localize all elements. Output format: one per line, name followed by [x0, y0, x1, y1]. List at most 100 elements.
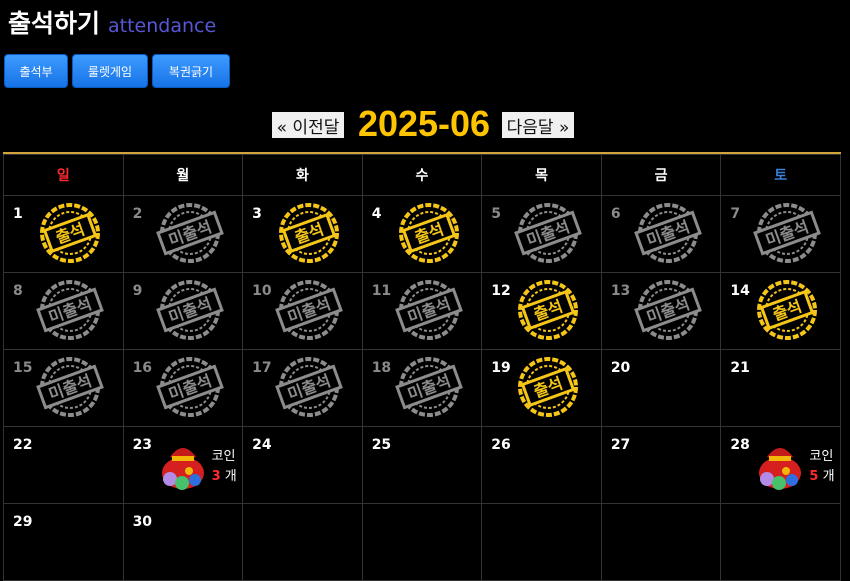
calendar-day-cell: 29 [3, 503, 124, 581]
day-number: 14 [730, 283, 750, 299]
page-title-text: 출석하기 [8, 9, 101, 38]
current-month: 2025-06 [357, 103, 491, 144]
page-subtitle: attendance [108, 15, 217, 37]
attended-stamp-icon: 출석 [747, 278, 827, 346]
weekday-mon: 월 [122, 154, 244, 196]
svg-text:출석: 출석 [531, 374, 565, 402]
calendar-day-cell: 미출석 8 [3, 272, 124, 350]
reward-count: 3 [211, 469, 221, 484]
reward-count: 5 [809, 469, 819, 484]
day-number: 13 [610, 283, 631, 299]
day-number: 26 [491, 437, 511, 453]
calendar-empty-cell [481, 503, 602, 581]
day-number: 21 [730, 360, 750, 376]
calendar-day-cell: 출석 1 [3, 195, 124, 273]
calendar-week-row: 미출석 15 미출석 16 미출석 17 미출석 18 출석 19 20 21 [3, 349, 841, 427]
calendar-empty-cell [361, 503, 483, 581]
day-number: 11 [371, 283, 392, 299]
day-number: 17 [252, 360, 272, 376]
reward-amount: 3 개 [212, 467, 237, 487]
day-number: 16 [132, 360, 153, 376]
calendar-week-row: 29 30 [3, 503, 841, 581]
svg-text:출석: 출석 [770, 297, 804, 325]
calendar-day-cell: 미출석 11 [361, 272, 483, 350]
calendar-day-cell: 미출석 17 [242, 349, 363, 427]
svg-text:출석: 출석 [292, 220, 326, 248]
missed-stamp-icon: 미출석 [30, 355, 110, 423]
calendar-week-row: 미출석 8 미출석 9 미출석 10 미출석 11 출석 12 미출석 13 출석 14 [3, 272, 841, 350]
calendar-day-cell: 미출석 10 [242, 272, 363, 350]
day-number: 12 [491, 283, 511, 299]
weekday-sat: 토 [720, 154, 841, 196]
day-number: 19 [491, 360, 511, 376]
calendar-empty-cell [600, 503, 722, 581]
missed-stamp-icon: 미출석 [150, 355, 230, 423]
calendar-day-cell: 미출석 5 [481, 195, 602, 273]
calendar-day-cell: 21 [720, 349, 841, 427]
weekday-wed: 수 [361, 154, 483, 196]
calendar-day-cell: 20 [600, 349, 722, 427]
prev-month-button[interactable]: « 이전달 [272, 112, 344, 138]
day-number: 22 [13, 437, 33, 453]
missed-stamp-icon: 미출석 [389, 355, 469, 423]
attended-stamp-icon: 출석 [389, 201, 469, 269]
attended-stamp-icon: 출석 [508, 355, 588, 423]
calendar-day-cell: 출석 3 [242, 195, 363, 273]
calendar-day-cell: 출석 4 [361, 195, 483, 273]
calendar-empty-cell [720, 503, 841, 581]
calendar-day-cell: 22 [3, 426, 124, 504]
svg-text:출석: 출석 [412, 220, 446, 248]
calendar-day-cell: 미출석 15 [3, 349, 124, 427]
missed-stamp-icon: 미출석 [269, 355, 349, 423]
attended-stamp-icon: 출석 [269, 201, 349, 269]
attended-stamp-icon: 출석 [30, 201, 110, 269]
tab-attendance[interactable]: 출석부 [4, 54, 68, 88]
next-month-button[interactable]: 다음달 » [502, 112, 574, 138]
tab-bar: 출석부 룰렛게임 복권긁기 [4, 54, 230, 88]
calendar-day-cell: 미출석 13 [600, 272, 722, 350]
calendar-day-cell: 25 [361, 426, 483, 504]
page-title: 출석하기 attendance [8, 4, 216, 40]
coin-bag-icon [154, 435, 212, 497]
missed-stamp-icon: 미출석 [747, 201, 827, 269]
day-number: 28 [730, 437, 750, 453]
day-number: 25 [371, 437, 392, 453]
day-number: 23 [132, 437, 153, 453]
reward-amount: 5 개 [809, 467, 834, 487]
day-number: 4 [371, 206, 382, 222]
calendar-day-cell: 미출석 18 [361, 349, 483, 427]
svg-text:출석: 출석 [53, 220, 87, 248]
calendar-day-cell: 미출석 9 [122, 272, 244, 350]
coin-bag-icon [751, 435, 809, 497]
reward-text: 코인 5 개 [809, 447, 834, 487]
svg-text:출석: 출석 [531, 297, 565, 325]
day-number: 7 [730, 206, 741, 222]
day-number: 15 [13, 360, 33, 376]
calendar-day-cell: 26 [481, 426, 602, 504]
day-number: 5 [491, 206, 501, 222]
calendar-day-cell: 미출석 7 [720, 195, 841, 273]
missed-stamp-icon: 미출석 [628, 278, 708, 346]
day-number: 10 [252, 283, 272, 299]
calendar-week-row: 22 코인 3 개 23 24 25 26 27 코인 5 개 28 [3, 426, 841, 504]
weekday-sun: 일 [3, 154, 124, 196]
day-number: 2 [132, 206, 143, 222]
calendar-day-cell: 미출석 2 [122, 195, 244, 273]
tab-lottery[interactable]: 복권긁기 [152, 54, 230, 88]
weekday-thu: 목 [481, 154, 602, 196]
day-number: 9 [132, 283, 143, 299]
day-number: 6 [610, 206, 621, 222]
tab-roulette[interactable]: 룰렛게임 [72, 54, 148, 88]
attendance-calendar: 일 월 화 수 목 금 토 출석 1 미출석 2 출석 3 출석 4 미출석 5 미출석 6 미출석 7 미… [3, 152, 841, 581]
missed-stamp-icon: 미출석 [150, 278, 230, 346]
day-number: 3 [252, 206, 262, 222]
missed-stamp-icon: 미출석 [269, 278, 349, 346]
missed-stamp-icon: 미출석 [389, 278, 469, 346]
day-number: 29 [13, 514, 33, 530]
calendar-empty-cell [242, 503, 363, 581]
missed-stamp-icon: 미출석 [628, 201, 708, 269]
calendar-day-cell: 27 [600, 426, 722, 504]
calendar-day-cell: 미출석 6 [600, 195, 722, 273]
calendar-day-cell: 코인 5 개 28 [720, 426, 841, 504]
calendar-week-row: 출석 1 미출석 2 출석 3 출석 4 미출석 5 미출석 6 미출석 7 [3, 195, 841, 273]
